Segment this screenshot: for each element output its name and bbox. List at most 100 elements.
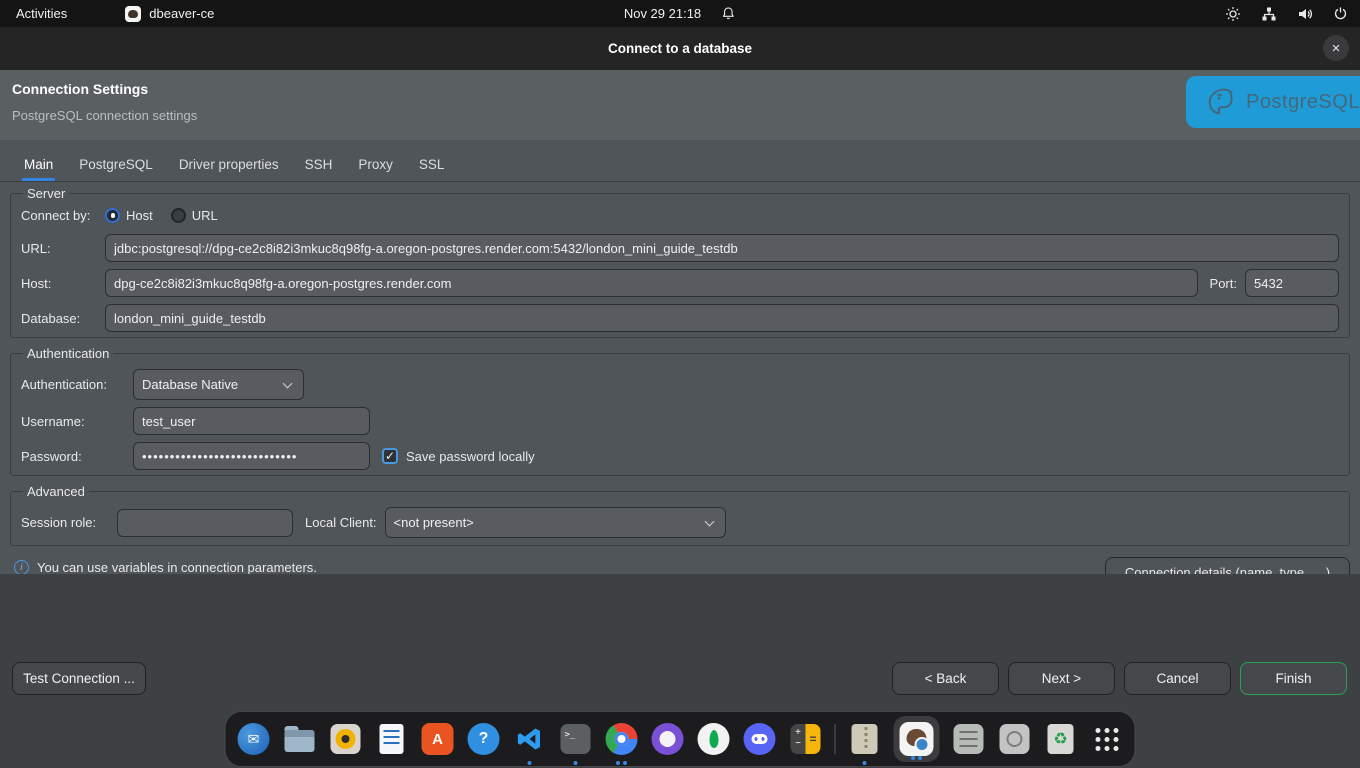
authentication-select[interactable]: Database Native [133, 369, 304, 400]
authentication-selected-value: Database Native [142, 377, 238, 392]
url-input[interactable] [105, 234, 1339, 262]
port-label: Port: [1210, 276, 1237, 291]
dbeaver-icon[interactable] [894, 716, 940, 762]
focused-app-indicator[interactable]: dbeaver-ce [125, 6, 214, 22]
server-legend: Server [23, 186, 69, 201]
server-group: Server Connect by: Host URL URL: Host: P… [10, 186, 1350, 338]
clock-menu[interactable]: Nov 29 21:18 [624, 6, 736, 21]
discord-icon[interactable] [743, 722, 777, 756]
network-icon [1261, 6, 1277, 22]
authentication-label: Authentication: [21, 377, 133, 392]
dbeaver-app-icon [125, 6, 141, 22]
username-label: Username: [21, 414, 133, 429]
host-radio-label[interactable]: Host [126, 208, 153, 223]
focused-app-name: dbeaver-ce [149, 6, 214, 21]
authentication-legend: Authentication [23, 346, 113, 361]
page-subtitle: PostgreSQL connection settings [12, 108, 197, 123]
trash-icon[interactable]: ♻ [1044, 722, 1078, 756]
finish-button[interactable]: Finish [1240, 662, 1347, 695]
tab-postgresql[interactable]: PostgreSQL [77, 149, 155, 181]
tab-driver-properties[interactable]: Driver properties [177, 149, 281, 181]
connect-by-label: Connect by: [21, 208, 105, 223]
running-indicator [574, 761, 578, 765]
test-connection-button[interactable]: Test Connection ... [12, 662, 146, 695]
host-input[interactable] [105, 269, 1198, 297]
cancel-button[interactable]: Cancel [1124, 662, 1231, 695]
vscode-icon[interactable] [513, 722, 547, 756]
back-button[interactable]: < Back [892, 662, 999, 695]
dock-separator [835, 724, 836, 754]
username-input[interactable] [133, 407, 370, 435]
host-label: Host: [21, 276, 105, 291]
url-radio[interactable] [171, 208, 186, 223]
variables-hint: i You can use variables in connection pa… [14, 560, 317, 574]
postgresql-logo: PostgreSQL [1186, 76, 1360, 128]
dock: ✉ A ? >_ +−= [225, 711, 1136, 767]
calculator-icon[interactable]: +−= [789, 722, 823, 756]
session-role-label: Session role: [21, 515, 117, 530]
github-desktop-icon[interactable] [651, 722, 685, 756]
settings-tabs: Main PostgreSQL Driver properties SSH Pr… [0, 140, 1360, 182]
save-password-label[interactable]: Save password locally [406, 449, 535, 464]
database-label: Database: [21, 311, 105, 326]
auth-type-row: Authentication: Database Native [21, 369, 1339, 400]
archive-manager-icon[interactable] [848, 722, 882, 756]
libreoffice-writer-icon[interactable] [375, 722, 409, 756]
authentication-group: Authentication Authentication: Database … [10, 346, 1350, 476]
dialog-titlebar: Connect to a database × [0, 27, 1360, 70]
running-indicator [911, 756, 922, 760]
chevron-down-icon [283, 378, 293, 388]
volume-icon [1297, 6, 1313, 22]
chrome-icon[interactable] [605, 722, 639, 756]
url-row: URL: [21, 234, 1339, 262]
connection-settings-panel: Main PostgreSQL Driver properties SSH Pr… [0, 140, 1360, 574]
password-input[interactable] [133, 442, 370, 470]
host-radio[interactable] [105, 208, 120, 223]
activities-button[interactable]: Activities [16, 6, 67, 21]
notification-bell-icon [721, 6, 736, 21]
database-input[interactable] [105, 304, 1339, 332]
local-client-select[interactable]: <not present> [385, 507, 726, 538]
page-title: Connection Settings [12, 81, 148, 97]
postgresql-logo-text: PostgreSQL [1246, 91, 1360, 114]
next-button[interactable]: Next > [1008, 662, 1115, 695]
text-utility-icon[interactable] [952, 722, 986, 756]
tab-proxy[interactable]: Proxy [356, 149, 395, 181]
connection-details-button[interactable]: Connection details (name, type, ... ) [1105, 557, 1350, 574]
advanced-group: Advanced Session role: Local Client: <no… [10, 484, 1350, 546]
mongodb-compass-icon[interactable] [697, 722, 731, 756]
files-icon[interactable] [283, 722, 317, 756]
database-row: Database: [21, 304, 1339, 332]
session-role-input[interactable] [117, 509, 293, 537]
system-tray[interactable] [1225, 6, 1348, 22]
clock-label: Nov 29 21:18 [624, 6, 701, 21]
running-indicator [616, 761, 627, 765]
app-grid-icon[interactable] [1090, 722, 1124, 756]
variables-hint-text[interactable]: You can use variables in connection para… [37, 560, 317, 574]
tab-ssh[interactable]: SSH [303, 149, 335, 181]
top-bar: Activities dbeaver-ce Nov 29 21:18 [0, 0, 1360, 27]
tab-main[interactable]: Main [22, 149, 55, 181]
url-radio-label[interactable]: URL [192, 208, 218, 223]
rhythmbox-icon[interactable] [329, 722, 363, 756]
thunderbird-icon[interactable]: ✉ [237, 722, 271, 756]
password-label: Password: [21, 449, 133, 464]
tab-ssl[interactable]: SSL [417, 149, 447, 181]
local-client-label: Local Client: [305, 515, 377, 530]
advanced-legend: Advanced [23, 484, 89, 499]
terminal-icon[interactable]: >_ [559, 722, 593, 756]
close-button[interactable]: × [1323, 35, 1349, 61]
advanced-row: Session role: Local Client: <not present… [21, 507, 1339, 538]
chevron-down-icon [704, 516, 714, 526]
info-icon: i [14, 560, 29, 574]
help-icon[interactable]: ? [467, 722, 501, 756]
running-indicator [528, 761, 532, 765]
running-indicator [863, 761, 867, 765]
host-row: Host: Port: [21, 269, 1339, 297]
brightness-icon [1225, 6, 1241, 22]
disk-utility-icon[interactable] [998, 722, 1032, 756]
ubuntu-software-icon[interactable]: A [421, 722, 455, 756]
port-input[interactable] [1245, 269, 1339, 297]
dialog-header: Connection Settings PostgreSQL connectio… [0, 70, 1360, 140]
save-password-checkbox[interactable]: ✓ [382, 448, 398, 464]
